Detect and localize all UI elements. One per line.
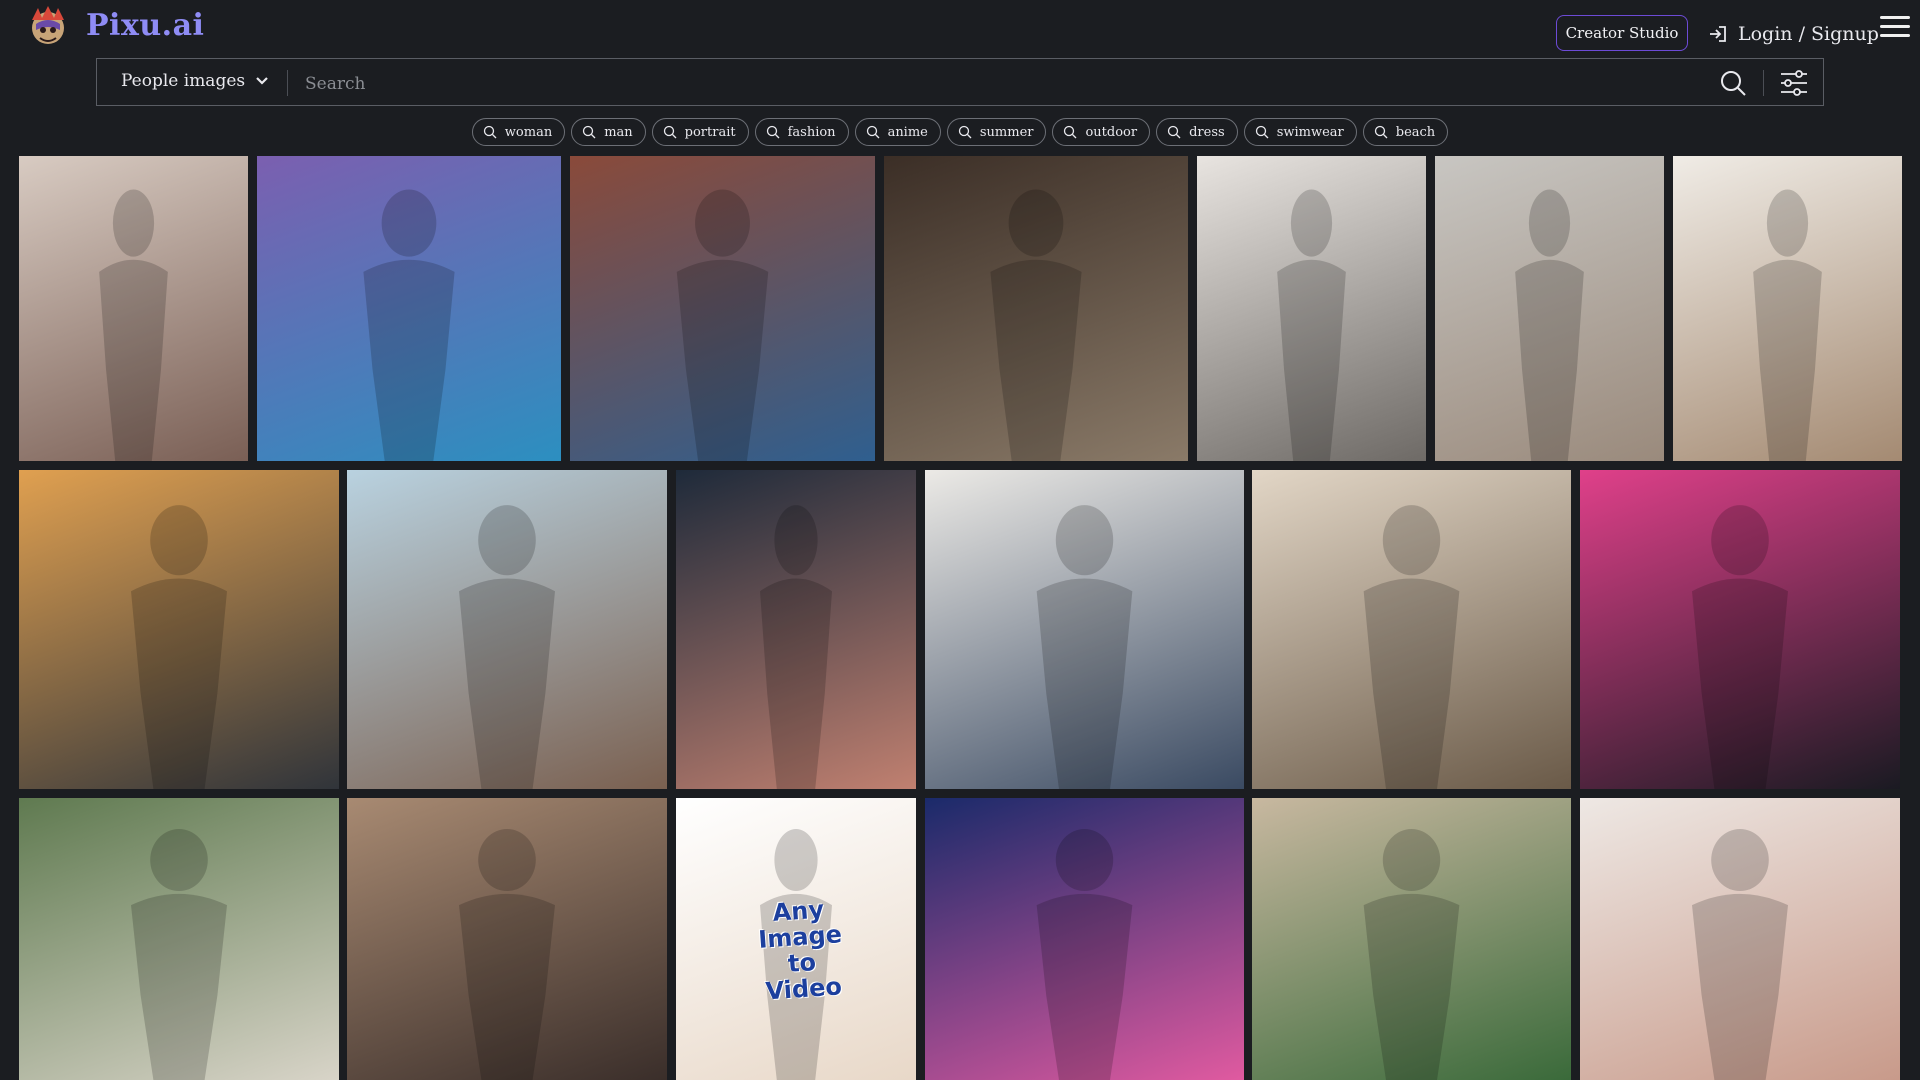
figure-silhouette — [760, 505, 832, 789]
tag-chip-beach[interactable]: beach — [1362, 118, 1449, 146]
tag-label: anime — [887, 124, 928, 140]
photo-woman-cafe-denim[interactable] — [884, 156, 1188, 461]
search-bar: People images — [96, 58, 1824, 106]
search-icon — [583, 125, 596, 139]
brand-name[interactable]: Pixu.ai — [86, 8, 204, 43]
promo-any-image-to-video[interactable]: Any Image to Video — [676, 798, 916, 1080]
figure-silhouette — [1036, 505, 1133, 789]
tag-label: woman — [504, 124, 553, 140]
search-icon — [958, 125, 972, 139]
photo-woman-neon-street-night[interactable] — [925, 798, 1244, 1080]
search-input[interactable] — [303, 67, 1707, 101]
divider — [1763, 70, 1764, 96]
tag-chip-dress[interactable]: dress — [1156, 118, 1238, 146]
illustration-woman-corset-street[interactable] — [347, 798, 667, 1080]
tag-chips: woman man portrait fashion anime summer … — [0, 118, 1920, 148]
login-icon — [1710, 26, 1726, 42]
tag-label: dress — [1189, 124, 1225, 140]
figure-silhouette — [1277, 189, 1346, 461]
figure-silhouette — [1753, 189, 1822, 461]
creator-studio-button[interactable]: Creator Studio — [1556, 15, 1688, 51]
search-icon — [483, 125, 497, 139]
photo-woman-lingerie-bedroom[interactable] — [19, 156, 248, 461]
figure-silhouette — [1515, 189, 1584, 461]
tag-chip-outdoor[interactable]: outdoor — [1052, 118, 1151, 146]
category-dropdown[interactable]: People images — [121, 71, 269, 91]
photo-woman-pink-lingerie-bed[interactable] — [1580, 798, 1900, 1080]
login-label: Login / Signup — [1738, 23, 1879, 45]
search-icon — [766, 125, 780, 139]
search-icon[interactable] — [1719, 69, 1747, 97]
illustration-redhead-latex-dress[interactable] — [1580, 470, 1900, 789]
hamburger-menu-icon[interactable] — [1880, 16, 1910, 40]
tag-chip-swimwear[interactable]: swimwear — [1243, 118, 1357, 146]
tag-chip-summer[interactable]: summer — [946, 118, 1047, 146]
figure-silhouette — [363, 189, 455, 461]
photo-redhead-denim-graffiti[interactable] — [570, 156, 875, 461]
tag-chip-anime[interactable]: anime — [854, 118, 941, 146]
figure-silhouette — [99, 189, 168, 461]
search-icon — [1255, 125, 1269, 139]
illustration-woman-bikini-wave[interactable] — [257, 156, 561, 461]
chevron-down-icon — [256, 77, 268, 85]
photo-man-fedora-denim[interactable] — [925, 470, 1244, 789]
promo-text: Any Image to Video — [757, 895, 843, 1006]
tag-label: summer — [979, 124, 1034, 140]
photo-woman-leopard-bikini[interactable] — [1673, 156, 1902, 461]
tag-chip-woman[interactable]: woman — [471, 118, 566, 146]
filter-sliders-icon[interactable] — [1779, 69, 1809, 97]
photo-woman-black-lingerie-studio[interactable] — [676, 470, 916, 789]
figure-silhouette — [131, 829, 227, 1080]
figure-silhouette — [1692, 829, 1788, 1080]
tag-chip-man[interactable]: man — [571, 118, 646, 146]
tag-label: fashion — [787, 124, 836, 140]
illustration-anime-woman-black-top[interactable] — [347, 470, 667, 789]
divider — [287, 70, 288, 96]
figure-silhouette — [1363, 505, 1460, 789]
figure-silhouette — [1363, 829, 1460, 1080]
tag-label: portrait — [684, 124, 736, 140]
search-icon — [1374, 125, 1388, 139]
tag-chip-fashion[interactable]: fashion — [754, 118, 849, 146]
tag-label: beach — [1395, 124, 1436, 140]
photo-woman-white-sweater-bed[interactable] — [1197, 156, 1426, 461]
brand-logo-icon[interactable] — [26, 4, 70, 48]
figure-silhouette — [1692, 505, 1788, 789]
search-icon — [1064, 125, 1077, 139]
tag-label: swimwear — [1276, 124, 1344, 140]
photo-blonde-girl-field[interactable] — [19, 798, 339, 1080]
photo-man-beige-suit[interactable] — [1252, 470, 1571, 789]
figure-silhouette — [459, 829, 555, 1080]
figure-silhouette — [459, 505, 555, 789]
login-signup-link[interactable]: Login / Signup — [1708, 20, 1879, 48]
search-icon — [1167, 125, 1181, 139]
search-icon — [866, 125, 880, 139]
tag-label: outdoor — [1085, 124, 1138, 140]
photo-woman-silhouette-sunset[interactable] — [19, 470, 339, 789]
tag-chip-portrait[interactable]: portrait — [651, 118, 749, 146]
category-label: People images — [121, 71, 246, 91]
figure-silhouette — [676, 189, 769, 461]
top-header: Pixu.ai Creator Studio Login / Signup — [0, 0, 1920, 58]
figure-silhouette — [1036, 829, 1133, 1080]
search-icon — [663, 125, 677, 139]
tag-label: man — [604, 124, 633, 140]
image-gallery: Any Image to Video — [0, 0, 1920, 1080]
figure-silhouette — [990, 189, 1082, 461]
photo-woman-blue-bikini-window[interactable] — [1435, 156, 1664, 461]
figure-silhouette — [131, 505, 227, 789]
photo-woman-blue-swimsuit-dunes[interactable] — [1252, 798, 1571, 1080]
